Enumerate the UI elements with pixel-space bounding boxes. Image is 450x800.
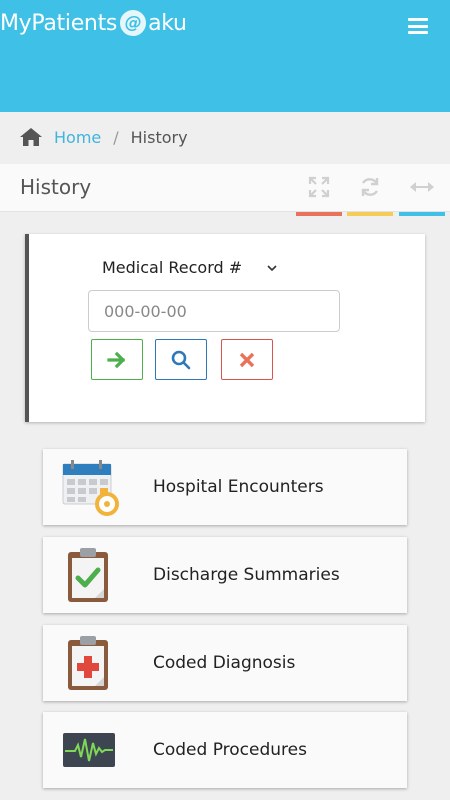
breadcrumb-separator: /: [113, 127, 119, 147]
search-button[interactable]: [155, 339, 207, 380]
expand-icon: [308, 176, 330, 198]
clear-button[interactable]: [221, 339, 273, 380]
brand-suffix: aku: [148, 10, 187, 36]
go-button[interactable]: [91, 339, 143, 380]
refresh-icon: [361, 178, 379, 196]
breadcrumb-home-link[interactable]: Home: [54, 128, 101, 147]
app-brand[interactable]: MyPatients @ aku: [0, 10, 187, 36]
search-field-select[interactable]: Medical Record #: [102, 258, 278, 277]
close-icon: [239, 352, 255, 367]
menu-item-coded-procedures[interactable]: Coded Procedures: [43, 712, 407, 788]
menu-item-label: Coded Diagnosis: [153, 653, 296, 673]
page-title-bar: History: [0, 164, 450, 216]
refresh-button[interactable]: [347, 164, 393, 216]
search-field-select-value: Medical Record #: [102, 258, 243, 277]
horizontal-arrows-icon: [410, 182, 434, 192]
expand-button[interactable]: [296, 164, 342, 216]
calendar-icon: [62, 460, 119, 516]
medical-record-input[interactable]: [88, 290, 340, 332]
arrow-right-icon: [107, 351, 126, 368]
menu-item-hospital-encounters[interactable]: Hospital Encounters: [43, 449, 407, 525]
menu-item-label: Coded Procedures: [153, 740, 307, 760]
app-header: MyPatients @ aku: [0, 0, 450, 112]
page-title: History: [20, 175, 92, 199]
home-icon[interactable]: [20, 128, 42, 146]
menu-item-coded-diagnosis[interactable]: Coded Diagnosis: [43, 625, 407, 701]
chevron-down-icon: [267, 264, 277, 271]
resize-accent-bar: [399, 212, 445, 216]
clipboard-medical-icon: [68, 636, 108, 690]
hamburger-menu-icon[interactable]: [408, 18, 428, 34]
search-panel: Medical Record #: [25, 234, 425, 422]
menu-item-label: Discharge Summaries: [153, 565, 340, 585]
brand-prefix: MyPatients: [0, 10, 118, 36]
breadcrumb: Home / History: [0, 112, 450, 162]
menu-item-label: Hospital Encounters: [153, 477, 324, 497]
refresh-accent-bar: [347, 212, 393, 216]
search-icon: [171, 350, 191, 369]
expand-accent-bar: [296, 212, 342, 216]
menu-item-discharge-summaries[interactable]: Discharge Summaries: [43, 537, 407, 613]
heartbeat-monitor-icon: [63, 733, 115, 767]
clipboard-check-icon: [68, 548, 108, 602]
resize-button[interactable]: [399, 164, 445, 216]
breadcrumb-current: History: [130, 127, 188, 147]
brand-at-logo: @: [120, 10, 147, 36]
